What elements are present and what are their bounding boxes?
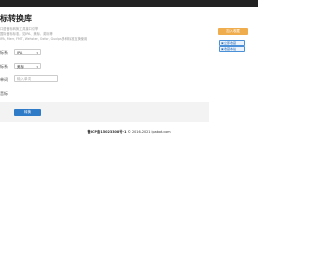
bookmark-site-label: 收藏本站 xyxy=(224,47,237,51)
convert-button[interactable]: 转换 xyxy=(14,109,41,116)
to-system-select[interactable]: 美标 ▾ xyxy=(14,63,41,69)
footer: 鲁ICP备15023308号-1 © 2016-2021 ipabot.com xyxy=(0,129,258,134)
bookmark-site-button[interactable]: ▣ 收藏本站 xyxy=(219,46,245,52)
page-title: 标转换库 xyxy=(0,14,32,23)
chevron-down-icon: ▾ xyxy=(36,51,38,55)
icp-number[interactable]: 鲁ICP备15023308号-1 xyxy=(87,130,126,134)
word-input[interactable]: 输入单词 xyxy=(14,75,58,82)
bookmark-icon: ▣ xyxy=(221,47,224,51)
to-system-value: 美标 xyxy=(17,65,24,69)
word-placeholder: 输入单词 xyxy=(17,77,31,81)
from-system-select[interactable]: IPA ▾ xyxy=(14,49,41,55)
favorite-button[interactable]: 加入收藏 xyxy=(218,28,248,35)
bookmark-icon: ▣ xyxy=(221,41,224,45)
chevron-down-icon: ▾ xyxy=(36,65,38,69)
page-description: 口语音标转换工具接口引擎 国际音标标准，如IPA、美标、英标等 IPA, Mer… xyxy=(0,27,200,42)
description-line: IPA, Merr, FMT, Wehster, Oxfor, Guxlps多种… xyxy=(0,37,88,41)
from-system-label: 标系 xyxy=(0,50,8,55)
result-label: 音标 xyxy=(0,91,8,96)
collect-label: 立即收藏 xyxy=(224,41,237,45)
copyright: © 2016-2021 ipabot.com xyxy=(127,130,171,134)
to-system-label: 标系 xyxy=(0,64,8,69)
top-navbar xyxy=(0,0,258,7)
word-label: 单词 xyxy=(0,77,8,82)
from-system-value: IPA xyxy=(17,51,23,55)
